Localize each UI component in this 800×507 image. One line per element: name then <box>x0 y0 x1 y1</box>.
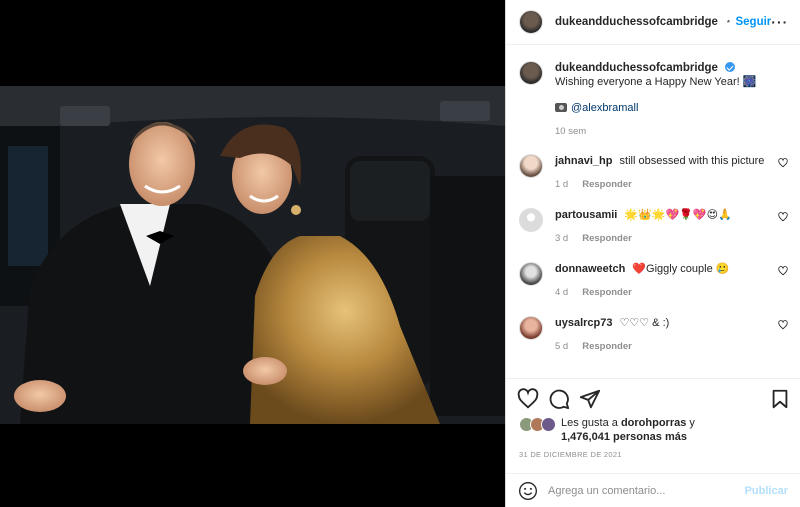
comment-time[interactable]: 1 d <box>555 179 568 190</box>
comment-username[interactable]: donnaweetch <box>555 263 625 275</box>
add-comment-input[interactable] <box>548 484 745 497</box>
like-comment-heart-icon[interactable] <box>778 266 788 276</box>
follow-button[interactable]: Seguir <box>735 16 771 28</box>
author-username[interactable]: dukeandduchessofcambridge <box>555 16 718 28</box>
reply-button[interactable]: Responder <box>582 287 632 298</box>
like-comment-heart-icon[interactable] <box>778 212 788 222</box>
liker-avatar <box>541 417 556 432</box>
more-options-icon[interactable]: ··· <box>771 14 788 30</box>
comment-avatar[interactable] <box>519 154 543 178</box>
comment-item: partousamii 🌟👑🌟💖🌹💖😍🙏 3 d Responder <box>519 208 788 246</box>
comment-item: uysalrcp73 ♡♡♡ & :) 5 d Responder <box>519 316 788 354</box>
comment-username[interactable]: jahnavi_hp <box>555 155 612 167</box>
photo-credit: @alexbramall <box>555 101 775 115</box>
likes-prefix: Les gusta a <box>561 417 618 429</box>
save-bookmark-icon[interactable] <box>769 388 791 410</box>
emoji-smile-icon[interactable] <box>518 481 538 501</box>
comment-bubble-icon[interactable] <box>548 388 570 410</box>
publish-button[interactable]: Publicar <box>745 485 788 497</box>
photo-illustration <box>0 86 505 424</box>
caption-text: Wishing everyone a Happy New Year! 🎆 <box>555 76 757 88</box>
photo-credit-link[interactable]: @alexbramall <box>571 102 638 114</box>
comment-time[interactable]: 5 d <box>555 341 568 352</box>
reply-button[interactable]: Responder <box>582 179 632 190</box>
liker-username[interactable]: dorohporras <box>621 417 686 429</box>
likes-connector: y <box>689 417 695 429</box>
verified-badge-icon <box>725 62 736 72</box>
post-photo[interactable] <box>0 86 505 424</box>
like-heart-icon[interactable] <box>517 387 539 410</box>
post-header: dukeandduchessofcambridge • Seguir ··· <box>506 0 800 45</box>
caption-username[interactable]: dukeandduchessofcambridge <box>555 62 718 74</box>
post-date[interactable]: 31 de diciembre de 2021 <box>519 450 622 459</box>
caption-avatar[interactable] <box>519 61 543 85</box>
comment-time[interactable]: 4 d <box>555 287 568 298</box>
comment-text: still obsessed with this picture <box>619 155 765 167</box>
comments-list[interactable]: dukeandduchessofcambridge Wishing everyo… <box>506 46 800 376</box>
comment-avatar[interactable] <box>519 262 543 286</box>
author-avatar[interactable] <box>519 10 543 34</box>
post-media-panel <box>0 0 505 507</box>
liker-avatars <box>519 416 559 434</box>
reply-button[interactable]: Responder <box>582 233 632 244</box>
comment-avatar[interactable] <box>519 208 543 232</box>
comment-username[interactable]: partousamii <box>555 209 617 221</box>
like-comment-heart-icon[interactable] <box>778 320 788 330</box>
likes-summary: Les gusta a dorohporras y 1,476,041 pers… <box>519 416 788 444</box>
comment-text: ♡♡♡ & :) <box>619 317 670 329</box>
likes-count[interactable]: 1,476,041 personas más <box>561 431 687 443</box>
caption-time[interactable]: 10 sem <box>555 126 586 137</box>
add-comment-bar: Publicar <box>506 473 800 507</box>
comment-item: donnaweetch ❤️Giggly couple 🥲 4 d Respond… <box>519 262 788 300</box>
post-side-panel: dukeandduchessofcambridge • Seguir ··· d… <box>505 0 800 507</box>
comment-text: 🌟👑🌟💖🌹💖😍🙏 <box>624 209 732 221</box>
comment-avatar[interactable] <box>519 316 543 340</box>
comment-username[interactable]: uysalrcp73 <box>555 317 612 329</box>
caption: dukeandduchessofcambridge Wishing everyo… <box>519 46 788 139</box>
comment-item: jahnavi_hp still obsessed with this pict… <box>519 154 788 192</box>
comment-time[interactable]: 3 d <box>555 233 568 244</box>
share-send-icon[interactable] <box>579 388 601 410</box>
like-comment-heart-icon[interactable] <box>778 158 788 168</box>
camera-icon <box>555 103 567 112</box>
post-actions-bar <box>506 378 800 418</box>
reply-button[interactable]: Responder <box>582 341 632 352</box>
comment-text: ❤️Giggly couple 🥲 <box>632 263 730 275</box>
